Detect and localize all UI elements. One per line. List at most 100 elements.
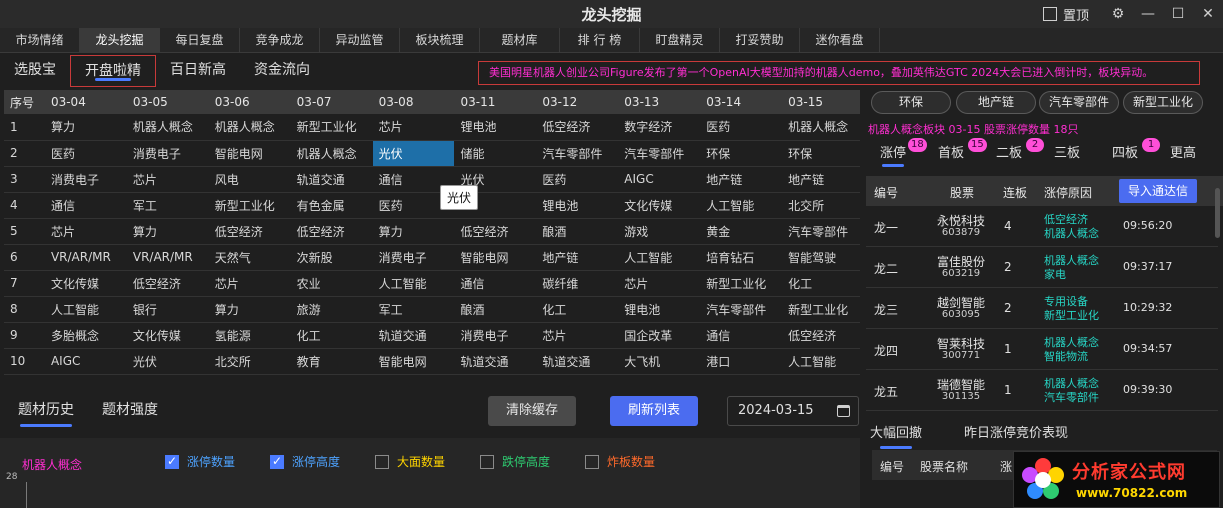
grid-cell[interactable]: 汽车零部件 (536, 140, 619, 167)
nav-tab-anomaly[interactable]: 异动监管 (320, 28, 400, 53)
refresh-list-button[interactable]: 刷新列表 (610, 396, 698, 426)
grid-cell[interactable]: 轨道交通 (290, 166, 373, 193)
grid-cell[interactable]: 芯片 (44, 218, 127, 245)
grid-cell[interactable]: 低空经济 (126, 270, 209, 297)
grid-cell[interactable]: 通信 (44, 192, 127, 219)
clear-cache-button[interactable]: 清除缓存 (488, 396, 576, 426)
grid-cell[interactable]: 地产链 (536, 244, 619, 271)
table-row[interactable]: 1 算力 机器人概念 机器人概念 新型工业化 芯片 锂电池 低空经济 数字经济 医药 机器人概念 (4, 114, 860, 141)
minimize-icon[interactable]: — (1133, 6, 1163, 22)
grid-cell[interactable]: 国企改革 (618, 322, 701, 349)
grid-cell[interactable]: 储能 (454, 140, 537, 167)
grid-cell[interactable]: 智能驾驶 (782, 244, 860, 271)
checkbox[interactable] (270, 454, 284, 469)
nav-tab-compete[interactable]: 竞争成龙 (240, 28, 320, 53)
table-row[interactable]: 龙三 越剑智能 603095 2 专用设备 新型工业化 10:29:32 (866, 288, 1218, 329)
grid-cell[interactable]: 芯片 (618, 270, 701, 297)
nav-tab-sponsor[interactable]: 打妥赞助 (720, 28, 800, 53)
subtab-capital-flow[interactable]: 资金流向 (240, 55, 324, 87)
grid-cell[interactable]: 农业 (290, 270, 373, 297)
legend-big-loss-count[interactable]: 大面数量 (375, 453, 445, 470)
nav-tab-sector[interactable]: 板块梳理 (400, 28, 480, 53)
chip-auto-parts[interactable]: 汽车零部件 (1039, 91, 1119, 114)
checkbox[interactable] (480, 454, 494, 469)
grid-cell[interactable]: 算力 (44, 114, 127, 141)
grid-cell[interactable]: 智能电网 (454, 244, 537, 271)
grid-cell[interactable]: 化工 (290, 322, 373, 349)
grid-cell[interactable]: 人工智能 (372, 270, 455, 297)
tab-first-board[interactable]: 首板 15 (938, 138, 987, 161)
grid-cell[interactable]: VR/AR/MR (44, 244, 127, 271)
subtab-kaipanla[interactable]: 开盘啦精 (70, 55, 156, 87)
grid-cell[interactable]: 氢能源 (208, 322, 291, 349)
grid-cell[interactable]: 算力 (372, 218, 455, 245)
grid-cell[interactable]: 汽车零部件 (782, 218, 860, 245)
grid-cell[interactable]: 碳纤维 (536, 270, 619, 297)
grid-cell[interactable]: 医药 (536, 166, 619, 193)
tab-limit-up[interactable]: 涨停 18 (880, 138, 927, 167)
grid-cell[interactable]: 环保 (700, 140, 783, 167)
grid-cell[interactable]: 数字经济 (618, 114, 701, 141)
table-row[interactable]: 7 文化传媒 低空经济 芯片 农业 人工智能 通信 碳纤维 芯片 新型工业化 化工 (4, 270, 860, 297)
grid-cell[interactable]: 汽车零部件 (618, 140, 701, 167)
grid-cell[interactable]: 酿酒 (454, 296, 537, 323)
grid-cell[interactable]: 化工 (536, 296, 619, 323)
calendar-icon[interactable] (837, 405, 850, 417)
date-picker[interactable]: 2024-03-15 (727, 396, 859, 426)
grid-cell[interactable]: 多胎概念 (44, 322, 127, 349)
tab-big-drawdown[interactable]: 大幅回撤 (870, 422, 922, 449)
grid-cell[interactable]: 文化传媒 (44, 270, 127, 297)
grid-cell[interactable]: 文化传媒 (126, 322, 209, 349)
tab-fourth-board[interactable]: 四板 1 (1112, 138, 1160, 161)
close-icon[interactable]: ✕ (1193, 6, 1223, 22)
legend-broken-board-count[interactable]: 炸板数量 (585, 453, 655, 470)
legend-limit-up-height[interactable]: 涨停高度 (270, 453, 340, 470)
grid-cell[interactable]: 文化传媒 (618, 192, 701, 219)
grid-cell[interactable]: 低空经济 (454, 218, 537, 245)
grid-cell[interactable]: 人工智能 (618, 244, 701, 271)
grid-cell[interactable]: 风电 (208, 166, 291, 193)
grid-cell[interactable]: 低空经济 (536, 114, 619, 141)
grid-cell[interactable]: AIGC (618, 166, 701, 193)
grid-cell[interactable]: 通信 (700, 322, 783, 349)
grid-cell[interactable]: 智能电网 (208, 140, 291, 167)
grid-cell[interactable]: 新型工业化 (700, 270, 783, 297)
nav-tab-market-sentiment[interactable]: 市场情绪 (0, 28, 80, 53)
grid-cell[interactable]: 医药 (44, 140, 127, 167)
grid-cell[interactable]: 消费电子 (454, 322, 537, 349)
pin-checkbox[interactable] (1042, 7, 1057, 21)
grid-cell[interactable]: 新型工业化 (290, 114, 373, 141)
grid-cell[interactable]: 北交所 (782, 192, 860, 219)
nav-tab-daily-review[interactable]: 每日复盘 (160, 28, 240, 53)
tab-higher-board[interactable]: 更高 (1170, 142, 1196, 161)
grid-cell[interactable]: 环保 (782, 140, 860, 167)
grid-cell[interactable]: 地产链 (782, 166, 860, 193)
grid-cell[interactable]: 机器人概念 (290, 140, 373, 167)
subtab-xuangubao[interactable]: 选股宝 (0, 55, 70, 87)
grid-cell[interactable]: 低空经济 (208, 218, 291, 245)
grid-cell[interactable]: 轨道交通 (372, 322, 455, 349)
grid-cell[interactable]: VR/AR/MR (126, 244, 209, 271)
grid-cell[interactable]: 芯片 (536, 322, 619, 349)
legend-limit-down-height[interactable]: 跌停高度 (480, 453, 550, 470)
table-row[interactable]: 龙五 瑞德智能 301135 1 机器人概念 汽车零部件 09:39:30 (866, 370, 1218, 411)
grid-cell[interactable]: 化工 (782, 270, 860, 297)
grid-cell[interactable]: AIGC (44, 348, 127, 375)
grid-cell[interactable]: 新型工业化 (782, 296, 860, 323)
grid-cell[interactable]: 新型工业化 (208, 192, 291, 219)
grid-cell[interactable]: 北交所 (208, 348, 291, 375)
grid-cell[interactable]: 天然气 (208, 244, 291, 271)
tab-second-board[interactable]: 二板 2 (996, 138, 1044, 161)
grid-cell[interactable]: 轨道交通 (454, 348, 537, 375)
grid-cell[interactable]: 人工智能 (700, 192, 783, 219)
grid-cell[interactable]: 低空经济 (290, 218, 373, 245)
table-row[interactable]: 龙二 富佳股份 603219 2 机器人概念 家电 09:37:17 (866, 247, 1218, 288)
chip-real-estate[interactable]: 地产链 (956, 91, 1036, 114)
table-row[interactable]: 4 通信 军工 新型工业化 有色金属 医药 锂电池 文化传媒 人工智能 北交所 (4, 192, 860, 219)
grid-cell[interactable]: 地产链 (700, 166, 783, 193)
grid-cell[interactable]: 芯片 (126, 166, 209, 193)
table-row[interactable]: 2 医药 消费电子 智能电网 机器人概念 光伏 储能 汽车零部件 汽车零部件 环保 环保 (4, 140, 860, 167)
nav-tab-watch[interactable]: 盯盘精灵 (640, 28, 720, 53)
grid-cell[interactable]: 光伏 (372, 140, 455, 167)
subtab-100day-high[interactable]: 百日新高 (156, 55, 240, 87)
